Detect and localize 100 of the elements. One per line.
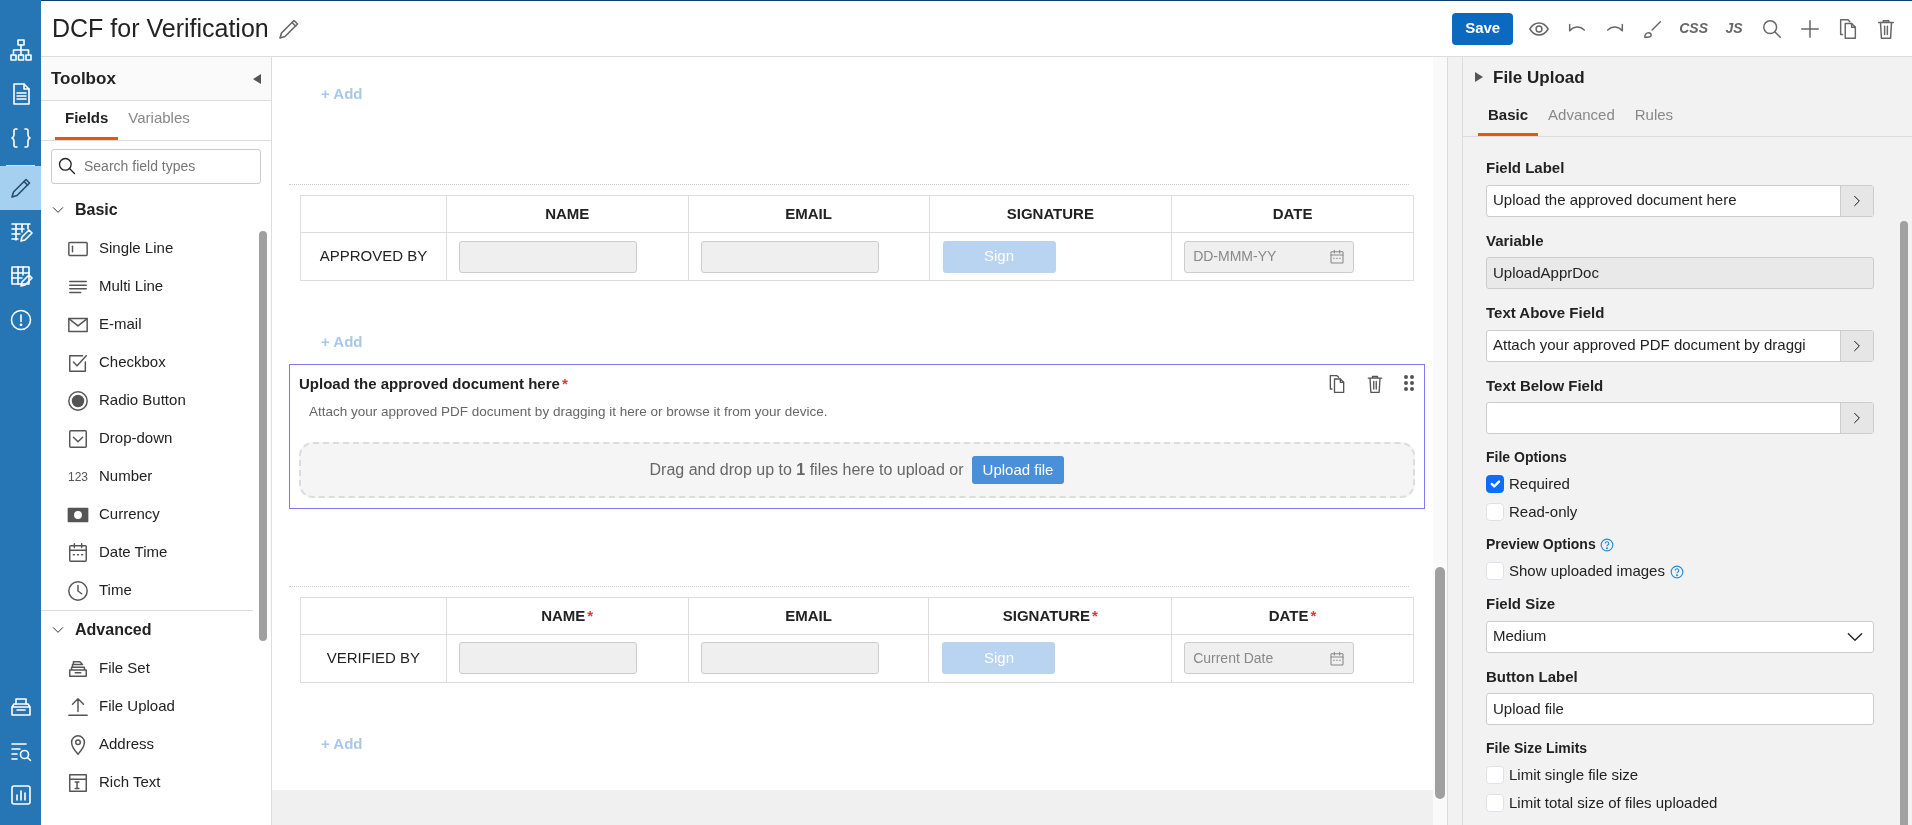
- braces-icon: [8, 126, 33, 150]
- input-field[interactable]: [458, 240, 637, 273]
- field-type-label: Date Time: [99, 542, 168, 563]
- field-type-label: Radio Button: [99, 390, 186, 411]
- field-type-label: Time: [99, 580, 132, 601]
- search-icon: [57, 155, 77, 176]
- code-button[interactable]: JS: [1718, 12, 1750, 45]
- field-label: Variable: [1486, 230, 1544, 251]
- column-header: SIGNATURE*: [928, 597, 1172, 635]
- trash-icon: [1365, 374, 1385, 395]
- hierarchy-icon: [8, 38, 33, 62]
- collapse-icon[interactable]: [253, 74, 261, 85]
- field-label: File Size Limits: [1486, 739, 1588, 758]
- search-icon: [1761, 17, 1783, 40]
- field-type-item[interactable]: Time: [41, 571, 253, 610]
- input-field[interactable]: [1486, 402, 1874, 434]
- field-type-item[interactable]: Single Line: [41, 229, 253, 268]
- tray-icon: [8, 695, 33, 719]
- field-type-label: Multi Line: [99, 276, 164, 297]
- field-type-item[interactable]: 123 Number: [41, 457, 253, 496]
- row-label: VERIFIED BY: [300, 634, 447, 683]
- field-type-label: File Set: [99, 658, 150, 679]
- checkbox[interactable]: [1486, 475, 1504, 493]
- toolbox-tab[interactable]: Variables: [118, 101, 200, 140]
- input-field[interactable]: Upload file: [1486, 693, 1874, 725]
- checkbox-label: Limit total size of files uploaded: [1509, 792, 1718, 813]
- checkbox-label: Show uploaded images: [1509, 560, 1665, 581]
- field-label: File Options: [1486, 448, 1567, 467]
- column-header: DATE: [1171, 195, 1414, 233]
- column-header: EMAIL: [688, 195, 929, 233]
- column-header: DATE*: [1171, 597, 1414, 635]
- group-header[interactable]: Basic: [41, 189, 253, 230]
- help-icon[interactable]: [1669, 564, 1684, 579]
- input-field[interactable]: [458, 642, 637, 675]
- field-label: Upload the approved document here*: [299, 374, 568, 394]
- drag-handle-icon[interactable]: [1403, 374, 1415, 393]
- field-type-item[interactable]: E-mail: [41, 305, 253, 344]
- toolbox-tab[interactable]: Fields: [55, 101, 119, 140]
- checkbox-label: Read-only: [1509, 501, 1578, 522]
- calendar-icon: [1329, 651, 1346, 668]
- save-button[interactable]: Save: [1452, 12, 1514, 45]
- help-text: Attach your approved PDF document by dragging it here or browse it from your device.: [309, 402, 829, 421]
- field-type-item[interactable]: File Upload: [41, 687, 253, 726]
- trash-icon: [1875, 17, 1897, 40]
- input-field[interactable]: [700, 642, 879, 675]
- field-type-item[interactable]: Drop-down: [41, 419, 253, 458]
- field-type-item[interactable]: Currency: [41, 495, 253, 534]
- field-label: Field Size: [1486, 594, 1556, 614]
- field-type-label: Number: [99, 466, 153, 487]
- field-type-item[interactable]: Radio Button: [41, 381, 253, 420]
- field-type-item[interactable]: Multi Line: [41, 267, 253, 306]
- dropdown-icon: [67, 427, 89, 450]
- code-button[interactable]: CSS: [1675, 12, 1712, 45]
- field-type-item[interactable]: Date Time: [41, 533, 253, 572]
- copy-icon: [1837, 17, 1859, 40]
- copy-icon: [1327, 374, 1347, 395]
- select-field[interactable]: Medium: [1486, 620, 1874, 653]
- field-label: Text Below Field: [1486, 375, 1604, 396]
- column-header: SIGNATURE: [929, 195, 1172, 233]
- input-field[interactable]: Upload the approved document here: [1486, 184, 1874, 217]
- field-type-label: Checkbox: [99, 352, 166, 373]
- radio-icon: [67, 389, 89, 412]
- field-type-label: Rich Text: [99, 772, 161, 793]
- field-type-label: Currency: [99, 504, 160, 525]
- help-icon[interactable]: [1599, 538, 1614, 553]
- grid-edit-icon: [8, 264, 33, 288]
- drop-zone[interactable]: Drag and drop up to 1 files here to upload or Upload file: [299, 441, 1415, 498]
- field-label: Button Label: [1486, 666, 1578, 687]
- field-type-item[interactable]: Rich Text: [41, 763, 253, 802]
- checkbox-label: Required: [1509, 473, 1570, 494]
- upload-icon: [67, 695, 89, 718]
- input-field[interactable]: Attach your approved PDF document by draggi: [1486, 329, 1874, 362]
- row-label: APPROVED BY: [300, 232, 447, 281]
- checkbox-label: Limit single file size: [1509, 764, 1639, 785]
- chart-icon: [8, 783, 33, 807]
- property-tab[interactable]: Basic: [1478, 97, 1539, 136]
- search-field[interactable]: Search field types: [51, 148, 261, 184]
- field-label: Preview Options: [1486, 535, 1596, 554]
- expand-icon[interactable]: [1475, 72, 1483, 83]
- upload-field-block[interactable]: Upload the approved document here* Attach your approved PDF document by dragging it here or browse it from your device. Drag and drop up to 1 files here to upload or Upload file: [289, 364, 1425, 509]
- column-header: NAME*: [446, 597, 689, 635]
- field-type-item[interactable]: Address: [41, 725, 253, 764]
- drop-zone-text: Drag and drop up to 1 files here to upload or: [649, 459, 964, 480]
- column-header: EMAIL: [688, 597, 929, 635]
- form-title: DCF for Verification: [52, 12, 269, 44]
- field-type-label: File Upload: [99, 696, 175, 717]
- field-type-item[interactable]: Checkbox: [41, 343, 253, 382]
- calendar-icon: [67, 541, 89, 564]
- toolbox-title: Toolbox: [51, 67, 117, 90]
- field-type-item[interactable]: File Set: [41, 649, 253, 688]
- column-header: NAME: [446, 195, 689, 233]
- input-field[interactable]: [700, 240, 879, 273]
- readonly-field[interactable]: UploadApprDoc: [1486, 257, 1874, 289]
- clock-icon: [67, 579, 89, 602]
- scrollbar[interactable]: [1433, 57, 1447, 825]
- pencil-icon: [8, 176, 33, 200]
- field-type-label: Single Line: [99, 238, 174, 259]
- field-type-label: Drop-down: [99, 428, 173, 449]
- group-header[interactable]: Advanced: [41, 609, 253, 650]
- number-icon: 123: [68, 467, 88, 486]
